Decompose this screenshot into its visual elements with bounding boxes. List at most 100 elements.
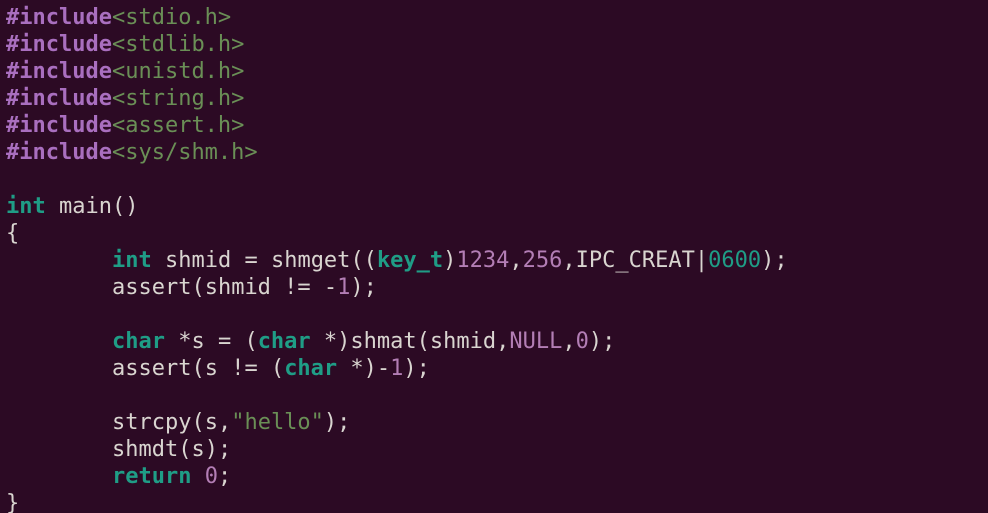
number: 1	[390, 356, 403, 381]
include-line: #include<unistd.h>	[6, 59, 244, 84]
comma: ,	[496, 329, 509, 354]
include-line: #include<assert.h>	[6, 113, 244, 138]
paren-close: );	[205, 437, 232, 462]
header-name: <stdlib.h>	[112, 32, 244, 57]
code-line: shmdt(s);	[6, 437, 231, 462]
indent	[6, 464, 112, 489]
space	[191, 464, 204, 489]
string: "hello"	[231, 410, 324, 435]
comma: ,	[218, 410, 231, 435]
identifier: s	[205, 356, 218, 381]
number: 1	[337, 275, 350, 300]
indent	[6, 248, 112, 273]
paren: )	[443, 248, 456, 273]
code-line: assert(shmid != -1);	[6, 275, 377, 300]
header-name: <assert.h>	[112, 113, 244, 138]
include-line: #include<sys/shm.h>	[6, 140, 258, 165]
number: 256	[523, 248, 563, 273]
operator: -	[324, 275, 337, 300]
number: 0	[205, 464, 218, 489]
header-name: <string.h>	[112, 86, 244, 111]
indent	[6, 437, 112, 462]
code-line: char *s = (char *)shmat(shmid,NULL,0);	[6, 329, 615, 354]
paren: (	[191, 410, 204, 435]
indent	[6, 275, 112, 300]
paren-close: );	[324, 410, 351, 435]
func-signature: int main()	[6, 194, 138, 219]
operator: -	[377, 356, 390, 381]
paren-open: (	[112, 194, 125, 219]
return-type: int	[6, 194, 46, 219]
paren: (	[178, 437, 191, 462]
code-line: return 0;	[6, 464, 231, 489]
operator: !=	[271, 275, 324, 300]
identifier: s	[205, 410, 218, 435]
paren: (	[191, 275, 204, 300]
type: int	[112, 248, 152, 273]
function-call: assert	[112, 275, 191, 300]
paren: )	[364, 356, 377, 381]
preproc-directive: #include	[6, 59, 112, 84]
include-line: #include<string.h>	[6, 86, 244, 111]
code-line: assert(s != (char *)-1);	[6, 356, 430, 381]
header-name: <stdio.h>	[112, 5, 231, 30]
header-name: <unistd.h>	[112, 59, 244, 84]
preproc-directive: #include	[6, 113, 112, 138]
indent	[6, 410, 112, 435]
function-call: shmat	[350, 329, 416, 354]
operator: *	[165, 329, 192, 354]
preproc-directive: #include	[6, 86, 112, 111]
indent	[6, 356, 112, 381]
identifier: s	[191, 437, 204, 462]
number: 0	[576, 329, 589, 354]
number: 1234	[456, 248, 509, 273]
operator: *	[337, 356, 364, 381]
function-call: shmget	[271, 248, 350, 273]
paren-close: );	[350, 275, 377, 300]
comma: ,	[509, 248, 522, 273]
identifier: shmid	[165, 248, 231, 273]
identifier: shmid	[430, 329, 496, 354]
function-call: shmdt	[112, 437, 178, 462]
number: 0600	[708, 248, 761, 273]
operator: |	[695, 248, 708, 273]
type: char	[258, 329, 311, 354]
operator: =	[231, 248, 271, 273]
paren-close: );	[589, 329, 616, 354]
paren: (	[191, 356, 204, 381]
constant: IPC_CREAT	[576, 248, 695, 273]
paren: (	[417, 329, 430, 354]
paren-close: );	[403, 356, 430, 381]
comma: ,	[562, 329, 575, 354]
function-call: assert	[112, 356, 191, 381]
code-line: int shmid = shmget((key_t)1234,256,IPC_C…	[6, 248, 788, 273]
code-block: #include<stdio.h> #include<stdlib.h> #in…	[0, 0, 988, 513]
indent	[6, 329, 112, 354]
operator: = (	[205, 329, 258, 354]
keyword: return	[112, 464, 191, 489]
operator: *	[311, 329, 338, 354]
preproc-directive: #include	[6, 140, 112, 165]
include-line: #include<stdlib.h>	[6, 32, 244, 57]
code-line: strcpy(s,"hello");	[6, 410, 350, 435]
semicolon: ;	[218, 464, 231, 489]
type: key_t	[377, 248, 443, 273]
brace-open: {	[6, 221, 19, 246]
header-name: <sys/shm.h>	[112, 140, 258, 165]
include-line: #include<stdio.h>	[6, 5, 231, 30]
paren-close: );	[761, 248, 788, 273]
identifier: s	[191, 329, 204, 354]
type: char	[112, 329, 165, 354]
type: char	[284, 356, 337, 381]
function-name: main	[59, 194, 112, 219]
paren: ((	[350, 248, 377, 273]
preproc-directive: #include	[6, 32, 112, 57]
brace-close: }	[6, 491, 19, 513]
paren: )	[337, 329, 350, 354]
constant: NULL	[509, 329, 562, 354]
identifier: shmid	[205, 275, 271, 300]
paren-close: )	[125, 194, 138, 219]
comma: ,	[562, 248, 575, 273]
preproc-directive: #include	[6, 5, 112, 30]
operator: != (	[218, 356, 284, 381]
